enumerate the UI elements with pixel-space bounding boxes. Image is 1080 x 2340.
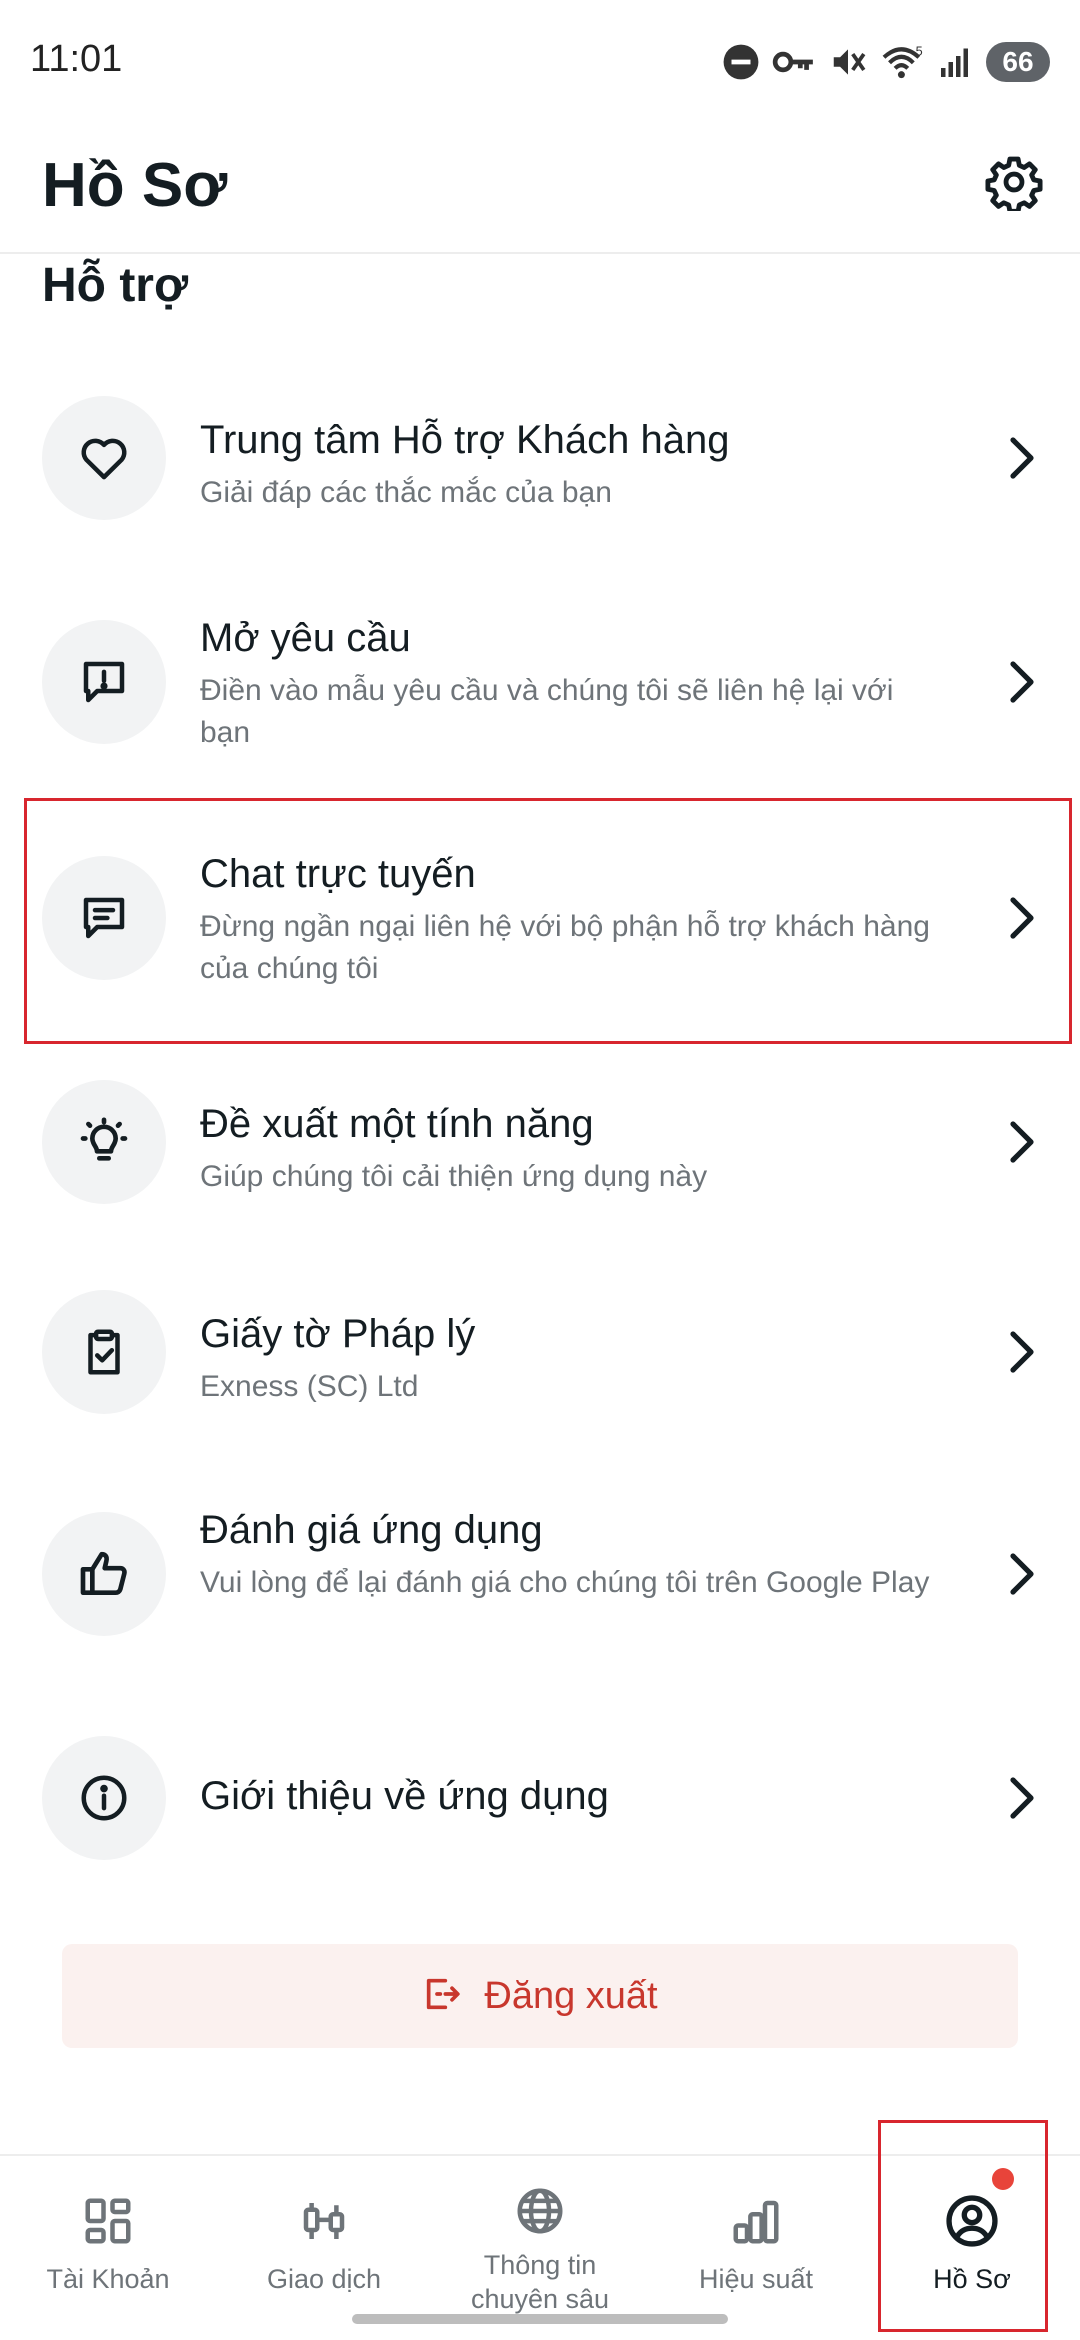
performance-chart-icon [648, 2186, 864, 2256]
menu-item-title: Mở yêu cầu [200, 616, 411, 660]
home-indicator[interactable] [352, 2314, 728, 2324]
nav-item-performance[interactable]: Hiệu suất [648, 2156, 864, 2340]
menu-item-about-app[interactable]: Giới thiệu về ứng dụng [0, 1736, 1080, 1860]
menu-item-subtitle: Điền vào mẫu yêu cầu và chúng tôi sẽ liê… [200, 674, 894, 749]
mute-icon [828, 43, 868, 81]
clipboard-check-icon [42, 1290, 166, 1414]
battery-indicator: 66 [986, 42, 1050, 82]
nav-label: Hiệu suất [698, 2264, 814, 2294]
nav-label: Tài Khoản [46, 2264, 170, 2294]
nav-item-accounts[interactable]: Tài Khoản [0, 2156, 216, 2340]
info-icon [42, 1736, 166, 1860]
logout-button[interactable]: Đăng xuất [62, 1944, 1018, 2048]
logout-label: Đăng xuất [484, 1974, 658, 2017]
menu-item-title: Giới thiệu về ứng dụng [200, 1774, 609, 1818]
chevron-right-icon [1002, 1544, 1042, 1604]
menu-item-customer-support[interactable]: Trung tâm Hỗ trợ Khách hàng Giải đáp các… [0, 396, 1080, 520]
nav-label: Giao dịch [266, 2264, 382, 2294]
vpn-key-icon [772, 43, 816, 81]
settings-button[interactable] [978, 148, 1050, 220]
menu-item-subtitle: Giải đáp các thắc mắc của bạn [200, 476, 612, 509]
chevron-right-icon [1002, 428, 1042, 488]
chevron-right-icon [1002, 1112, 1042, 1172]
do-not-disturb-icon [722, 43, 760, 81]
globe-icon [432, 2176, 648, 2246]
svg-text:5: 5 [916, 45, 923, 59]
nav-item-trade[interactable]: Giao dịch [216, 2156, 432, 2340]
nav-label: Thông tin chuyên sâu [470, 2250, 610, 2314]
wifi-icon: 5 [880, 43, 926, 81]
thumbs-up-icon [42, 1512, 166, 1636]
menu-item-subtitle: Vui lòng để lại đánh giá cho chúng tôi t… [200, 1566, 930, 1599]
status-bar: 11:01 5 66 [0, 0, 1080, 120]
nav-item-insights[interactable]: Thông tin chuyên sâu [432, 2156, 648, 2340]
request-icon [42, 620, 166, 744]
accounts-grid-icon [0, 2186, 216, 2256]
chevron-right-icon [1002, 1768, 1042, 1828]
menu-item-rate-app[interactable]: Đánh giá ứng dụng Vui lòng để lại đánh g… [0, 1508, 1080, 1636]
profile-tab-highlight [878, 2120, 1048, 2332]
trade-candles-icon [216, 2186, 432, 2256]
menu-item-subtitle: Exness (SC) Ltd [200, 1370, 419, 1403]
menu-item-subtitle: Giúp chúng tôi cải thiện ứng dụng này [200, 1160, 708, 1193]
menu-item-title: Giấy tờ Pháp lý [200, 1312, 476, 1356]
menu-item-suggest-feature[interactable]: Đề xuất một tính năng Giúp chúng tôi cải… [0, 1080, 1080, 1204]
lightbulb-icon [42, 1080, 166, 1204]
page-header: Hồ Sơ [0, 120, 1080, 254]
section-title: Hỗ trợ [42, 259, 189, 312]
heart-icon [42, 396, 166, 520]
logout-icon [422, 1974, 462, 2019]
live-chat-highlight [24, 798, 1072, 1044]
status-time: 11:01 [30, 38, 123, 80]
menu-item-title: Đánh giá ứng dụng [200, 1508, 543, 1552]
menu-item-open-request[interactable]: Mở yêu cầu Điền vào mẫu yêu cầu và chúng… [0, 616, 1080, 749]
menu-item-legal-documents[interactable]: Giấy tờ Pháp lý Exness (SC) Ltd [0, 1290, 1080, 1414]
cell-signal-icon [938, 43, 974, 81]
chevron-right-icon [1002, 652, 1042, 712]
gear-icon [985, 153, 1043, 216]
menu-item-title: Trung tâm Hỗ trợ Khách hàng [200, 418, 730, 462]
chevron-right-icon [1002, 1322, 1042, 1382]
page-title: Hồ Sơ [42, 151, 228, 220]
menu-item-title: Đề xuất một tính năng [200, 1102, 594, 1146]
status-icons: 5 66 [722, 40, 1050, 84]
